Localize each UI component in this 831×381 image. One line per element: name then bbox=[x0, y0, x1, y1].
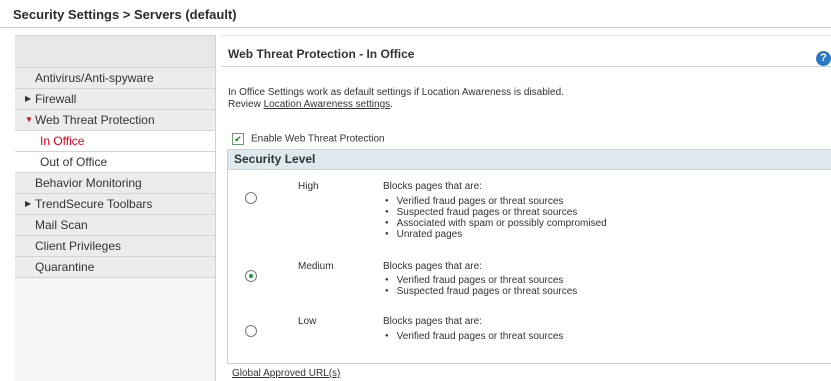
list-item: Verified fraud pages or threat sources bbox=[385, 196, 607, 207]
low-level-radio[interactable] bbox=[245, 325, 257, 337]
level-intro-high: Blocks pages that are: bbox=[383, 181, 482, 192]
sidebar-item-label: Mail Scan bbox=[35, 218, 88, 232]
security-level-header: Security Level bbox=[228, 150, 831, 170]
main-panel: Web Threat Protection - In Office ? In O… bbox=[222, 35, 831, 381]
level-bullets-low: Verified fraud pages or threat sources bbox=[385, 331, 564, 342]
sidebar-item-in-office[interactable]: In Office bbox=[15, 131, 215, 152]
list-item: Suspected fraud pages or threat sources bbox=[385, 286, 578, 297]
global-approved-urls-link[interactable]: Global Approved URL(s) bbox=[232, 368, 340, 379]
location-awareness-link[interactable]: Location Awareness settings bbox=[264, 99, 391, 110]
sidebar-item-web-threat-protection[interactable]: ▼ Web Threat Protection bbox=[15, 110, 215, 131]
sidebar-item-label: TrendSecure Toolbars bbox=[35, 197, 153, 211]
description-review-line: Review Location Awareness settings. bbox=[228, 99, 564, 111]
sidebar-item-firewall[interactable]: ▶ Firewall bbox=[15, 89, 215, 110]
sidebar-item-label: In Office bbox=[40, 134, 85, 148]
security-level-box: Security Level High Blocks pages that ar… bbox=[227, 149, 831, 364]
sidebar-item-label: Client Privileges bbox=[35, 239, 122, 253]
medium-level-radio[interactable] bbox=[245, 270, 257, 282]
sidebar-item-behavior-monitoring[interactable]: Behavior Monitoring bbox=[15, 173, 215, 194]
expand-arrow-icon: ▶ bbox=[25, 199, 32, 208]
sidebar-item-label: Out of Office bbox=[40, 155, 108, 169]
list-item: Verified fraud pages or threat sources bbox=[385, 275, 577, 286]
help-icon[interactable]: ? bbox=[816, 51, 831, 66]
collapse-arrow-icon: ▼ bbox=[25, 115, 33, 124]
section-header: Web Threat Protection - In Office ? bbox=[222, 35, 831, 67]
sidebar-item-out-of-office[interactable]: Out of Office bbox=[15, 152, 215, 173]
enable-label: Enable Web Threat Protection bbox=[251, 133, 385, 145]
list-item: Suspected fraud pages or threat sources bbox=[385, 207, 607, 218]
breadcrumb: Security Settings > Servers (default) bbox=[13, 7, 237, 22]
level-name-medium: Medium bbox=[298, 261, 334, 272]
description-line: In Office Settings work as default setti… bbox=[228, 87, 564, 98]
high-level-radio[interactable] bbox=[245, 192, 257, 204]
sidebar-header bbox=[15, 35, 215, 68]
review-text: Review bbox=[228, 99, 261, 110]
expand-arrow-icon: ▶ bbox=[25, 94, 32, 103]
sidebar-item-label: Firewall bbox=[35, 92, 77, 106]
sidebar-item-label: Web Threat Protection bbox=[35, 113, 155, 127]
level-name-low: Low bbox=[298, 316, 317, 327]
sidebar-item-quarantine[interactable]: Quarantine bbox=[15, 257, 215, 278]
page-title: Web Threat Protection - In Office bbox=[228, 47, 415, 61]
enable-web-threat-checkbox[interactable]: ✔ bbox=[232, 133, 244, 145]
period-text: . bbox=[390, 99, 393, 110]
level-bullets-high: Verified fraud pages or threat sources S… bbox=[385, 196, 607, 241]
level-intro-low: Blocks pages that are: bbox=[383, 316, 482, 327]
radio-selected-dot bbox=[249, 274, 253, 278]
sidebar-item-label: Behavior Monitoring bbox=[35, 176, 142, 190]
list-item: Verified fraud pages or threat sources bbox=[385, 331, 564, 342]
level-intro-medium: Blocks pages that are: bbox=[383, 261, 482, 272]
level-name-high: High bbox=[298, 181, 319, 192]
level-bullets-medium: Verified fraud pages or threat sources S… bbox=[385, 275, 578, 297]
sidebar-item-mail-scan[interactable]: Mail Scan bbox=[15, 215, 215, 236]
sidebar: Antivirus/Anti-spyware ▶ Firewall ▼ Web Th… bbox=[15, 35, 216, 381]
sidebar-item-label: Quarantine bbox=[35, 260, 95, 274]
sidebar-item-trendsecure-toolbars[interactable]: ▶ TrendSecure Toolbars bbox=[15, 194, 215, 215]
list-item: Associated with spam or possibly comprom… bbox=[385, 218, 607, 229]
sidebar-item-antivirus[interactable]: Antivirus/Anti-spyware bbox=[15, 68, 215, 89]
description: In Office Settings work as default setti… bbox=[228, 87, 564, 111]
enable-row: ✔ Enable Web Threat Protection bbox=[232, 133, 385, 145]
sidebar-item-client-privileges[interactable]: Client Privileges bbox=[15, 236, 215, 257]
list-item: Unrated pages bbox=[385, 229, 607, 241]
top-bar: Security Settings > Servers (default) bbox=[0, 0, 831, 28]
sidebar-item-label: Antivirus/Anti-spyware bbox=[35, 71, 154, 85]
